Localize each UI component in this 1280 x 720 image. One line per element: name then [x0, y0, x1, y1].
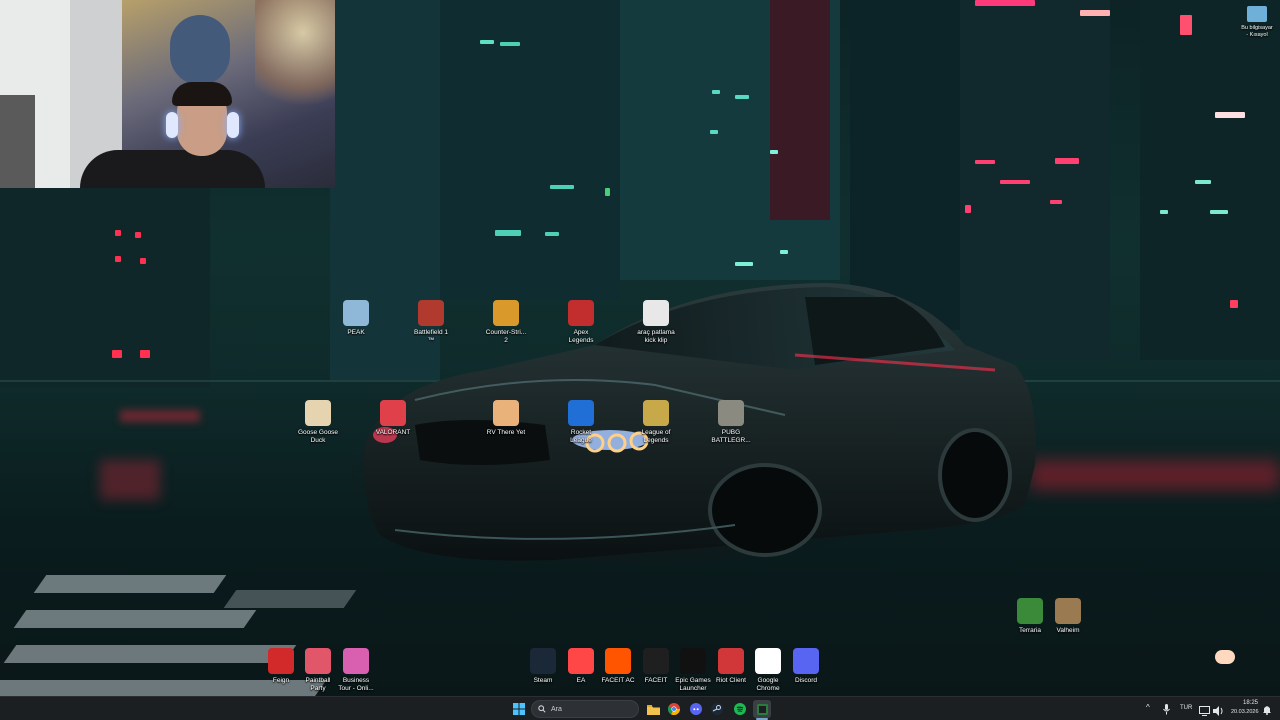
taskbar-chrome[interactable] [665, 700, 683, 718]
pubg-icon [718, 400, 744, 426]
terminal-icon [756, 703, 768, 715]
valheim-icon [1055, 598, 1081, 624]
search-icon [538, 705, 546, 713]
clock-date[interactable]: 20.03.2026 [1231, 709, 1259, 715]
start-button[interactable] [510, 700, 528, 718]
this-pc-label: Bu bilgisayar - Kısayol [1241, 25, 1273, 38]
taskbar-steam[interactable] [708, 700, 726, 718]
lol-icon [643, 400, 669, 426]
notification-bell-icon[interactable] [1262, 702, 1272, 720]
desktop-icon-goose[interactable]: Goose Goose Duck [287, 400, 349, 444]
file-explorer-icon [646, 704, 660, 715]
desktop-icon-label: Counter-Stri... 2 [485, 329, 527, 344]
video-file-icon [643, 300, 669, 326]
desktop-icon-pubg[interactable]: PUBG BATTLEGR... [700, 400, 762, 444]
this-pc-icon [1247, 6, 1267, 22]
desktop-icon-rocket-league[interactable]: Rocket League [550, 400, 612, 444]
business-tour-icon [343, 648, 369, 674]
desktop-icon-valorant[interactable]: VALORANT [362, 400, 424, 437]
desktop-icon-label: EA [576, 677, 586, 684]
taskbar-file-explorer[interactable] [644, 700, 662, 718]
desktop-icon-label: VALORANT [375, 429, 411, 436]
taskbar-discord[interactable] [687, 700, 705, 718]
desktop-icon-cs2[interactable]: Counter-Stri... 2 [475, 300, 537, 344]
desktop-icon-label: Business Tour - Onli... [338, 677, 374, 692]
valorant-icon [380, 400, 406, 426]
chrome-icon [668, 703, 680, 715]
taskbar: Ara ^ TUR 18:25 20.03.2026 [0, 696, 1280, 720]
desktop-icon-label: Discord [794, 677, 818, 684]
taskbar-spotify[interactable] [731, 700, 749, 718]
goose-icon [305, 400, 331, 426]
tray-overflow-chevron-icon[interactable]: ^ [1146, 703, 1150, 712]
search-placeholder: Ara [551, 705, 562, 713]
desktop-icon-label: PUBG BATTLEGR... [711, 429, 751, 444]
microphone-icon[interactable] [1163, 702, 1170, 720]
rv-icon [493, 400, 519, 426]
rocket-league-icon [568, 400, 594, 426]
discord-icon [690, 703, 702, 715]
this-pc-shortcut[interactable]: Bu bilgisayar - Kısayol [1226, 6, 1280, 38]
network-icon[interactable] [1199, 703, 1210, 720]
desktop-icon-lol[interactable]: League of Legends [625, 400, 687, 444]
taskbar-search[interactable]: Ara [531, 700, 639, 718]
desktop-icon-label: PEAK [347, 329, 365, 336]
peak-icon [343, 300, 369, 326]
desktop-icon-label: League of Legends [641, 429, 671, 444]
desktop-icon-rv[interactable]: RV There Yet [475, 400, 537, 437]
desktop-icon-discord[interactable]: Discord [775, 648, 837, 685]
desktop-icon-valheim[interactable]: Valheim [1037, 598, 1099, 635]
battlefield-icon [418, 300, 444, 326]
desktop-icon-label: Apex Legends [568, 329, 594, 344]
desktop-icon-label: RV There Yet [486, 429, 526, 436]
volume-icon[interactable] [1213, 703, 1224, 720]
desktop-icon-business-tour[interactable]: Business Tour - Onli... [325, 648, 387, 692]
spotify-icon [734, 703, 746, 715]
cs2-icon [493, 300, 519, 326]
desktop-icon-label: Rocket League [570, 429, 592, 444]
clock-time[interactable]: 18:25 [1243, 700, 1258, 706]
desktop-icon-video-file[interactable]: araç patlama kick klip [625, 300, 687, 344]
apex-icon [568, 300, 594, 326]
desktop-icon-peak[interactable]: PEAK [325, 300, 387, 337]
desktop-icon-label: Valheim [1056, 627, 1080, 634]
steam-icon [711, 703, 723, 715]
taskbar-terminal[interactable] [753, 700, 771, 718]
start-icon [513, 703, 525, 715]
desktop-icon-label: araç patlama kick klip [637, 329, 675, 344]
language-indicator[interactable]: TUR [1180, 705, 1192, 711]
desktop-icon-apex[interactable]: Apex Legends [550, 300, 612, 344]
desktop-icon-battlefield[interactable]: Battlefield 1 ™ [400, 300, 462, 344]
discord-icon [793, 648, 819, 674]
webcam-overlay [0, 0, 335, 188]
desktop-icon-label: Goose Goose Duck [297, 429, 339, 444]
desktop-icon-label: Battlefield 1 ™ [414, 329, 448, 344]
